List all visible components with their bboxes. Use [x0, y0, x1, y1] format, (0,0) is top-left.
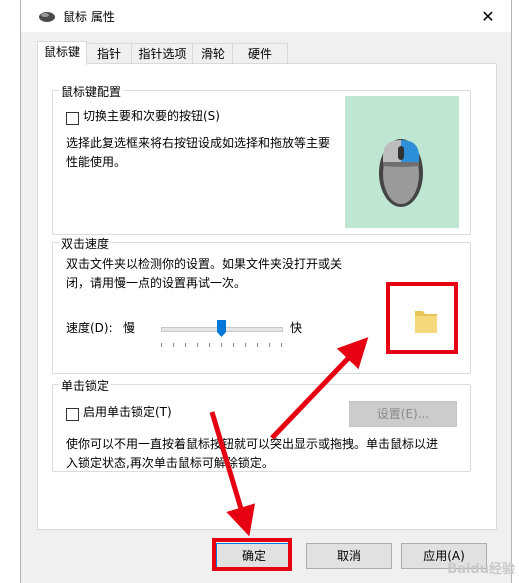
tab-buttons[interactable]: 鼠标键: [37, 41, 87, 65]
arrow-to-ok-icon: [209, 411, 256, 537]
watermark: Baidu经验: [447, 562, 515, 577]
arrow-to-folder-icon: [270, 337, 369, 440]
annotation-arrows: [209, 337, 369, 537]
